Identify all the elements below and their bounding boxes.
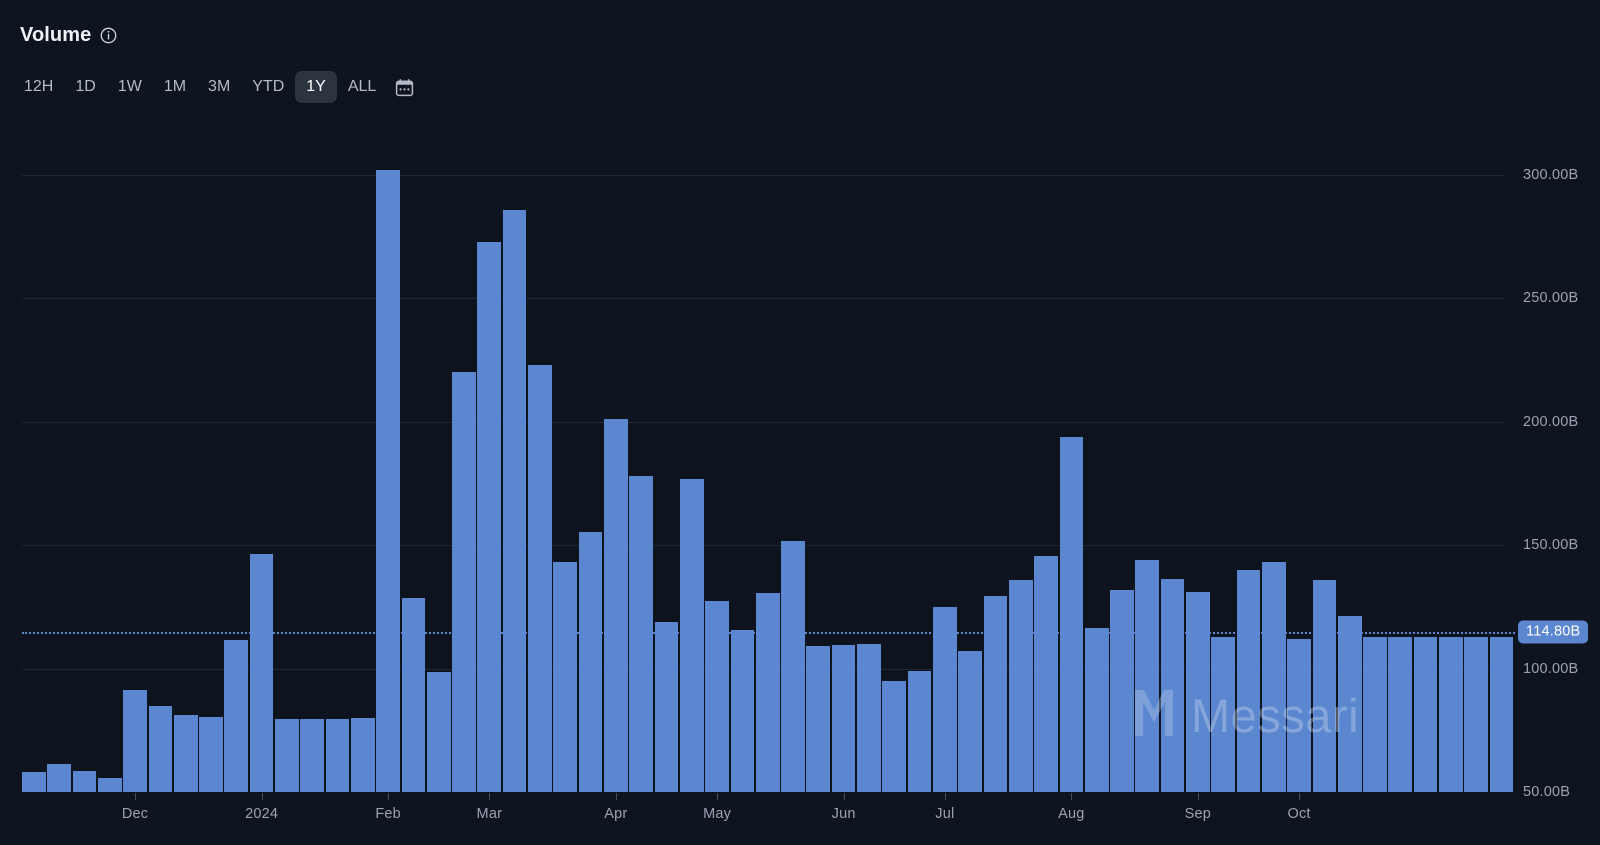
x-axis-tick [489,793,491,800]
current-value-line [22,632,1515,635]
x-axis-tick [1197,793,1199,800]
bar[interactable] [502,209,527,792]
bar[interactable] [97,778,122,792]
bar[interactable] [1439,636,1463,792]
y-axis-tick-label: 50.00B [1523,784,1571,800]
bar[interactable] [705,600,729,792]
y-axis-tick-label: 300.00B [1523,167,1579,183]
bar[interactable] [730,630,755,792]
bar[interactable] [528,365,552,792]
bar[interactable] [300,719,325,792]
x-axis-tick [388,793,390,800]
bar[interactable] [1084,627,1109,792]
bar[interactable] [907,671,932,792]
bar[interactable] [275,719,299,792]
x-axis-tick [944,793,946,800]
x-axis-tick-label: Oct [1287,806,1311,822]
x-axis-tick [1071,793,1073,800]
x-axis-tick-label: 2024 [245,806,279,822]
bar[interactable] [781,541,805,792]
bar[interactable] [553,562,578,792]
bar[interactable] [882,680,907,792]
bar[interactable] [426,672,451,792]
bar[interactable] [72,771,97,792]
bar[interactable] [932,606,957,792]
x-axis-tick [615,793,617,800]
gridline [22,175,1505,176]
bar[interactable] [1034,556,1058,792]
bar[interactable] [123,689,147,792]
current-value-badge: 114.80B [1518,620,1589,644]
bar[interactable] [1337,615,1362,792]
bar[interactable] [1236,569,1261,792]
x-axis-tick-label: Mar [476,806,503,822]
y-axis-tick-label: 100.00B [1523,660,1579,677]
bar[interactable] [654,621,679,792]
x-axis-tick [717,793,719,800]
x-axis-tick [843,793,845,800]
bar[interactable] [199,716,223,792]
x-axis-tick-label: Sep [1184,806,1212,822]
x-axis-tick-label: Jul [935,806,955,822]
bar[interactable] [831,645,856,792]
x-axis-tick-label: Feb [375,806,401,822]
bar[interactable] [983,595,1008,792]
bar[interactable] [1008,579,1033,792]
bar[interactable] [1160,578,1185,792]
x-axis-tick [1299,793,1301,800]
x-axis-tick-label: May [703,806,732,822]
gridline [22,298,1505,300]
bar[interactable] [806,646,831,792]
bar[interactable] [325,719,350,792]
bar[interactable] [350,717,375,792]
x-axis-tick [261,793,263,800]
bar[interactable] [1363,636,1387,792]
x-axis-tick-label: Dec [121,806,149,822]
bar[interactable] [857,643,881,792]
bar[interactable] [604,419,628,792]
bar[interactable] [47,763,71,792]
y-axis-tick-label: 200.00B [1523,413,1579,430]
bar[interactable] [224,640,249,792]
gridline [22,545,1505,547]
bar[interactable] [1261,562,1286,792]
bar[interactable] [1211,636,1236,792]
bar[interactable] [755,593,780,792]
bar[interactable] [376,170,400,792]
gridline [22,421,1505,423]
bar[interactable] [22,772,46,792]
bar[interactable] [249,553,274,792]
y-axis-tick-label: 150.00B [1523,537,1579,554]
bar[interactable] [1186,592,1210,792]
y-axis-tick-label: 250.00B [1523,290,1579,307]
bar[interactable] [1110,589,1134,792]
plot-area[interactable]: 50.00B 100.00B 150.00B 200.00B 250.00B 300.00… [0,0,1600,845]
bar[interactable] [1388,636,1413,792]
bar[interactable] [1312,579,1337,792]
x-axis-tick-label: Jun [831,806,856,822]
x-axis-tick-label: Aug [1058,806,1085,822]
bar[interactable] [1135,560,1160,792]
chart-canvas[interactable]: 50.00B 100.00B 150.00B 200.00B 250.00B 300.00… [0,0,1600,845]
bar[interactable] [1287,638,1311,792]
bar[interactable] [679,478,704,792]
bar[interactable] [401,598,426,792]
bar[interactable] [958,651,982,792]
bar[interactable] [1489,636,1514,792]
x-axis-tick [135,793,137,800]
x-axis-tick-label: Apr [604,806,628,822]
bar[interactable] [1059,436,1084,792]
bar[interactable] [1413,636,1438,792]
volume-chart-widget: Volume 12H 1D 1W 1M 3M YTD 1Y ALL 50.00B 100.00 [0,0,1600,845]
bar[interactable] [173,715,198,792]
bar[interactable] [477,241,502,792]
bar[interactable] [452,372,476,792]
bar[interactable] [578,531,603,792]
bar[interactable] [148,705,173,792]
bar[interactable] [1464,636,1489,792]
